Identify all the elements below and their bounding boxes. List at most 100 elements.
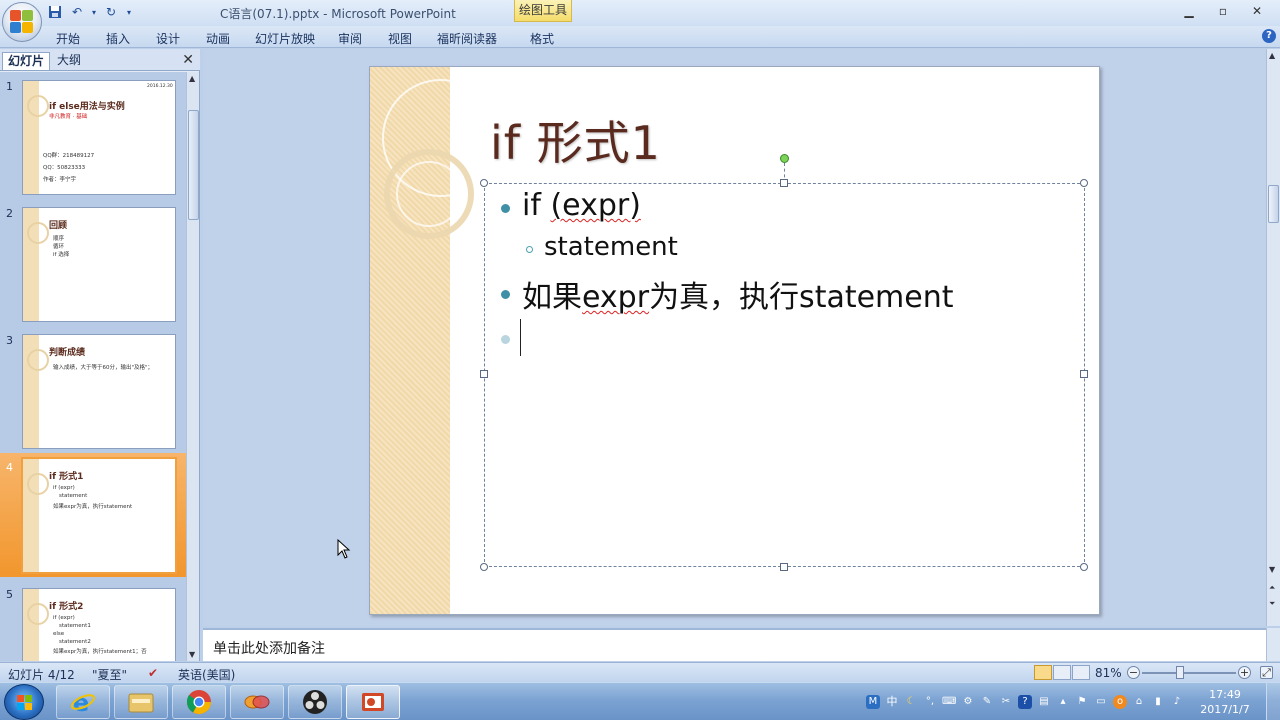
resize-handle-e[interactable] — [1080, 370, 1088, 378]
network-icon[interactable]: ▮ — [1151, 695, 1165, 709]
next-slide-icon[interactable]: ⏷ — [1269, 599, 1275, 609]
slide-thumbnail-1[interactable]: 1 2016.12.30 if else用法与实例 非凡教育 · 基础 QQ群：… — [0, 72, 186, 196]
security-icon[interactable]: o — [1113, 695, 1127, 709]
slide-thumbnail-3[interactable]: 3 判断成绩 输入成绩，大于等于60分，输出"及格"； — [0, 326, 186, 450]
empty-bullet-icon — [501, 335, 510, 344]
scrollbar-thumb[interactable] — [1268, 185, 1279, 223]
resize-handle-n[interactable] — [780, 179, 788, 187]
thumb-title: if 形式1 — [49, 472, 84, 482]
moon-icon[interactable]: ☾ — [904, 695, 918, 709]
show-hidden-icons[interactable]: ▴ — [1056, 695, 1070, 709]
pen-icon[interactable]: ✎ — [980, 695, 994, 709]
notes-pane[interactable]: 单击此处添加备注 — [203, 628, 1266, 661]
system-tray: M 中 ☾ °, ⌨ ⚙ ✎ ✂ ? ▤ ▴ ⚑ ▭ o ⌂ ▮ ♪ — [866, 689, 1184, 715]
volume-icon[interactable]: ♪ — [1170, 695, 1184, 709]
show-desktop-button[interactable] — [1266, 683, 1280, 720]
resize-handle-sw[interactable] — [480, 563, 488, 571]
slide-thumbnail-2[interactable]: 2 回顾 顺序 循环 if 选择 — [0, 199, 186, 323]
resize-handle-s[interactable] — [780, 563, 788, 571]
restore-button[interactable]: ▫ — [1206, 2, 1240, 20]
zoom-slider-knob[interactable] — [1176, 666, 1184, 679]
taskbar-internet-explorer[interactable]: e — [56, 685, 110, 719]
close-button[interactable]: ✕ — [1240, 2, 1274, 20]
previous-slide-icon[interactable]: ⏶ — [1269, 583, 1275, 593]
scroll-up-icon[interactable]: ▲ — [189, 74, 195, 83]
layout-icon[interactable]: ▤ — [1037, 695, 1051, 709]
bullet-text[interactable]: 如果expr为真，执行statement — [522, 272, 954, 316]
slide-thumbnail-5[interactable]: 5 if 形式2 if (expr) statement1 else state… — [0, 580, 186, 661]
help-tray-icon[interactable]: ? — [1018, 695, 1032, 709]
resize-handle-ne[interactable] — [1080, 179, 1088, 187]
slide-canvas[interactable]: if 形式1 if (expr) statement 如果expr为真，执行st… — [369, 66, 1100, 615]
clock-date: 2017/1/7 — [1200, 703, 1250, 716]
thumbnail-scrollbar[interactable]: ▲ ▼ — [186, 72, 199, 661]
settings-icon[interactable]: ⚙ — [961, 695, 975, 709]
power-icon[interactable]: ⌂ — [1132, 695, 1146, 709]
spell-check-icon[interactable]: ✔ — [148, 666, 158, 680]
resize-handle-w[interactable] — [480, 370, 488, 378]
slide-scrollbar[interactable]: ▲ ▼ ⏶ ⏷ — [1266, 49, 1280, 626]
zoom-out-button[interactable]: − — [1127, 666, 1140, 679]
start-button[interactable] — [4, 684, 44, 720]
taskbar-chrome[interactable] — [172, 685, 226, 719]
tab-home[interactable]: 开始 — [56, 30, 80, 47]
tab-review[interactable]: 审阅 — [338, 30, 362, 47]
language-indicator[interactable]: 英语(美国) — [178, 666, 235, 683]
slide-sorter-view-button[interactable] — [1053, 665, 1071, 680]
tab-outline[interactable]: 大纲 — [52, 52, 86, 70]
tools-icon[interactable]: ✂ — [999, 695, 1013, 709]
resize-handle-se[interactable] — [1080, 563, 1088, 571]
thumbnail-preview: 2016.12.30 if else用法与实例 非凡教育 · 基础 QQ群：21… — [22, 80, 176, 195]
undo-icon[interactable]: ↶ — [68, 3, 86, 21]
undo-dropdown-icon[interactable]: ▾ — [90, 3, 98, 21]
ime-icon[interactable]: M — [866, 695, 880, 709]
close-panel-icon[interactable]: ✕ — [182, 52, 194, 68]
normal-view-button[interactable] — [1034, 665, 1052, 680]
keyboard-icon[interactable]: ⌨ — [942, 695, 956, 709]
rotate-handle[interactable] — [780, 154, 789, 163]
system-clock[interactable]: 17:49 2017/1/7 — [1196, 687, 1254, 717]
zoom-slider[interactable] — [1142, 672, 1236, 674]
slide-thumbnail-4[interactable]: 4 if 形式1 if (expr) statement 如果expr为真，执行… — [0, 453, 186, 577]
theme-name: "夏至" — [92, 668, 128, 682]
punctuation-icon[interactable]: °, — [923, 695, 937, 709]
taskbar-obs[interactable] — [288, 685, 342, 719]
redo-icon[interactable]: ↻ — [102, 3, 120, 21]
zoom-level[interactable]: 81% — [1095, 666, 1122, 680]
tab-slides[interactable]: 幻灯片 — [2, 52, 51, 70]
sub-bullet-icon — [526, 246, 533, 253]
fit-to-window-icon[interactable]: ⤢ — [1260, 666, 1273, 679]
taskbar-powerpoint[interactable] — [346, 685, 400, 719]
thumb-text: QQ：50823333 — [43, 165, 86, 171]
slide-title[interactable]: if 形式1 — [490, 107, 661, 173]
tab-view[interactable]: 视图 — [388, 30, 412, 47]
slideshow-view-button[interactable] — [1072, 665, 1090, 680]
ime-language[interactable]: 中 — [885, 695, 899, 709]
bullet-text[interactable]: if (expr) — [522, 188, 641, 223]
office-button[interactable] — [2, 2, 42, 42]
device-icon[interactable]: ▭ — [1094, 695, 1108, 709]
resize-handle-nw[interactable] — [480, 179, 488, 187]
customize-qat-icon[interactable]: ▾ — [124, 3, 134, 21]
tab-animations[interactable]: 动画 — [206, 30, 230, 47]
flag-icon[interactable]: ⚑ — [1075, 695, 1089, 709]
notes-scrollbar[interactable] — [1266, 628, 1280, 661]
scroll-down-icon[interactable]: ▼ — [1269, 565, 1275, 574]
taskbar-file-explorer[interactable] — [114, 685, 168, 719]
scroll-up-icon[interactable]: ▲ — [1269, 51, 1275, 60]
tab-foxit-reader[interactable]: 福昕阅读器 — [437, 30, 497, 47]
scrollbar-thumb[interactable] — [188, 110, 199, 220]
tab-format[interactable]: 格式 — [530, 30, 554, 47]
zoom-in-button[interactable]: + — [1238, 666, 1251, 679]
tab-design[interactable]: 设计 — [156, 30, 180, 47]
save-icon[interactable] — [46, 3, 64, 21]
scroll-down-icon[interactable]: ▼ — [189, 650, 195, 659]
content-placeholder[interactable]: if (expr) statement 如果expr为真，执行statement — [484, 183, 1085, 567]
tab-insert[interactable]: 插入 — [106, 30, 130, 47]
help-icon[interactable]: ? — [1262, 29, 1276, 43]
minimize-button[interactable]: ▁ — [1172, 2, 1206, 20]
bullet-text[interactable]: statement — [544, 232, 678, 262]
panel-tabs: 幻灯片 大纲 ✕ — [0, 49, 200, 71]
taskbar-app[interactable] — [230, 685, 284, 719]
tab-slideshow[interactable]: 幻灯片放映 — [255, 30, 315, 47]
